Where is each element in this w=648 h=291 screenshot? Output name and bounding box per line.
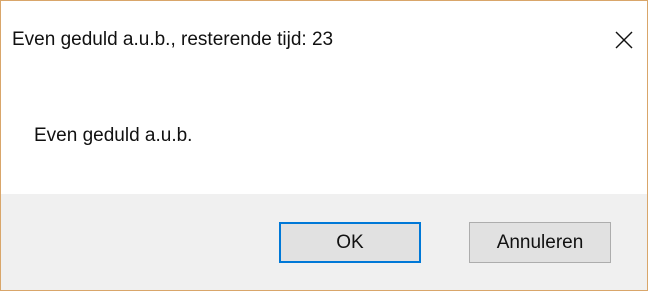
button-bar: OK Annuleren — [1, 194, 647, 290]
close-button[interactable] — [601, 17, 647, 63]
title-bar: Even geduld a.u.b., resterende tijd: 23 — [1, 1, 647, 79]
close-icon — [615, 31, 633, 49]
cancel-button[interactable]: Annuleren — [469, 222, 611, 263]
ok-button[interactable]: OK — [279, 222, 421, 263]
wait-dialog: Even geduld a.u.b., resterende tijd: 23 … — [0, 0, 648, 291]
wait-message: Even geduld a.u.b. — [34, 125, 193, 146]
window-title: Even geduld a.u.b., resterende tijd: 23 — [12, 29, 334, 50]
dialog-content: Even geduld a.u.b. — [1, 79, 647, 194]
